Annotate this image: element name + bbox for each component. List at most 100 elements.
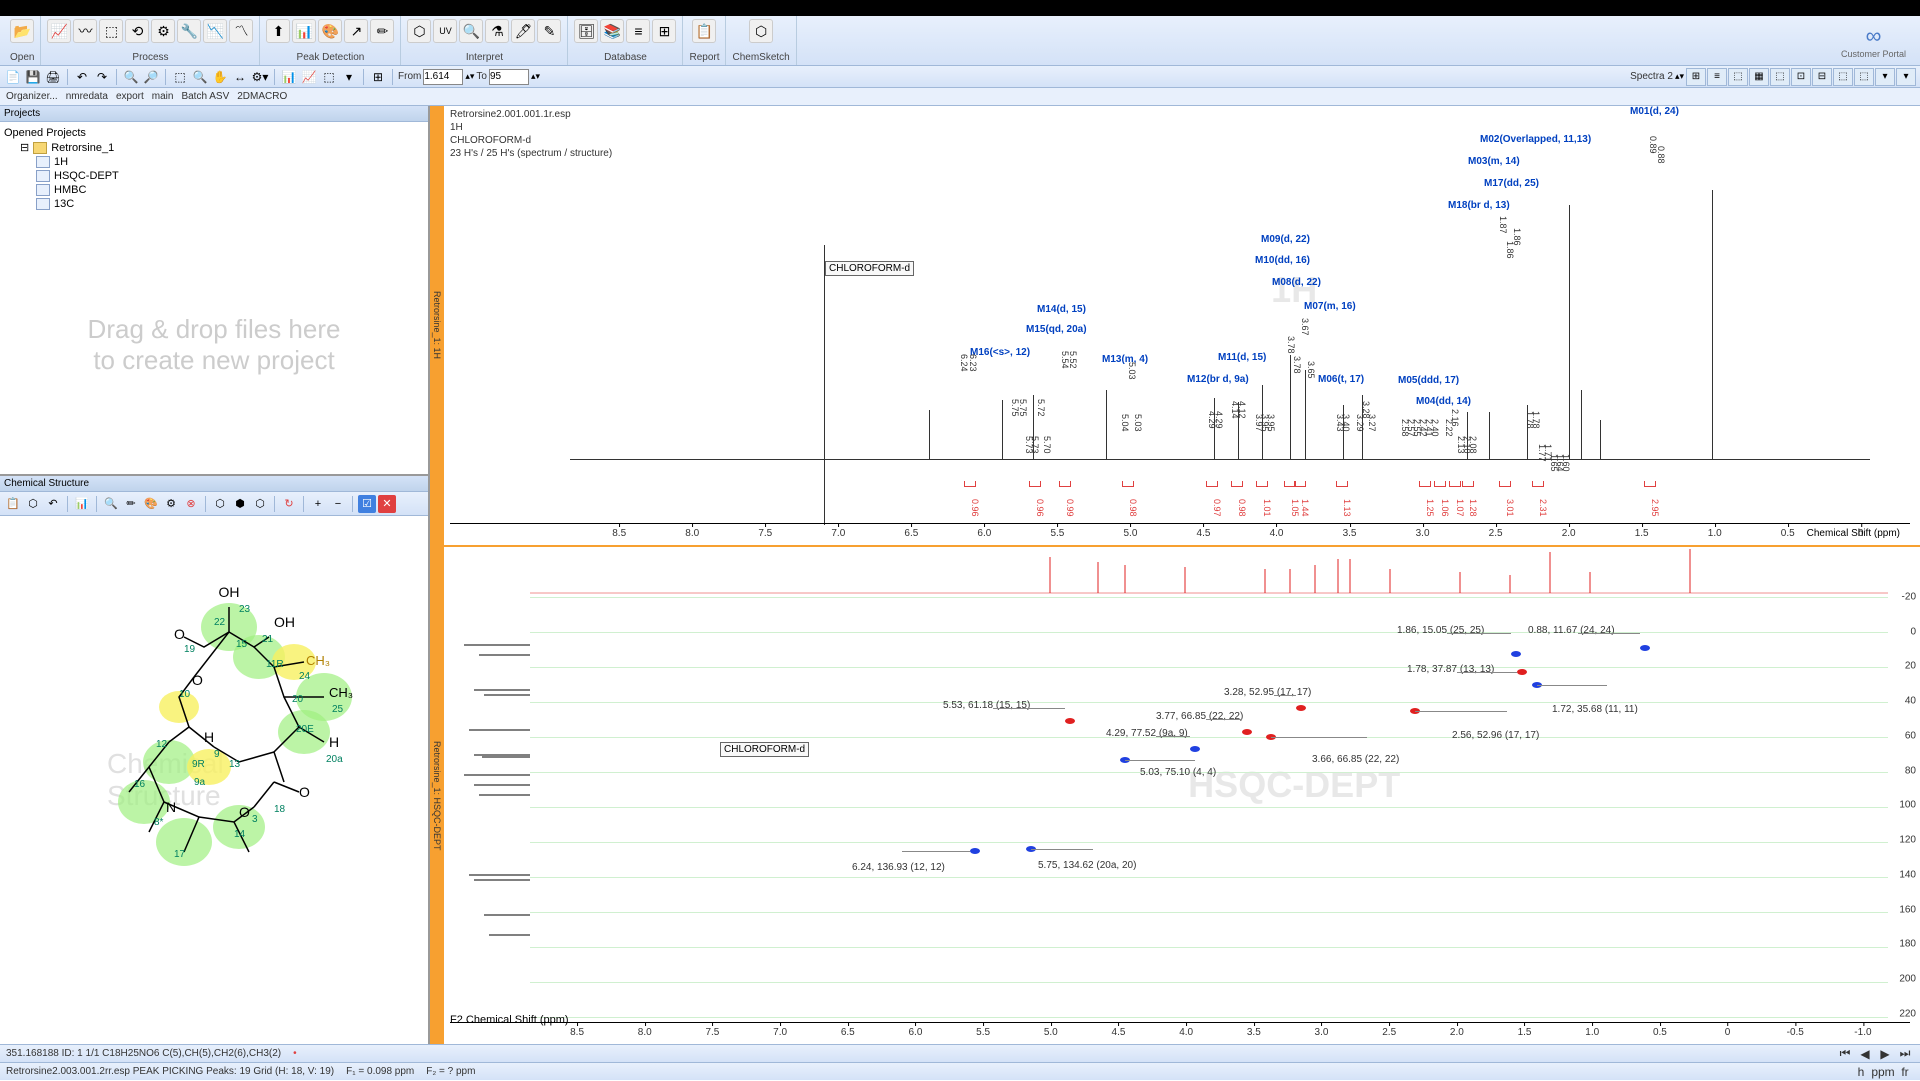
interpret-icon-3[interactable]: 🔍 bbox=[459, 19, 483, 43]
crosspeak-dot[interactable] bbox=[1242, 729, 1252, 735]
struct-btn-3[interactable]: ↶ bbox=[44, 495, 62, 513]
tb2-zoom-out-icon[interactable]: 🔎 bbox=[142, 68, 160, 86]
tb3-nmredata[interactable]: nmredata bbox=[66, 91, 108, 102]
crosspeak-dot[interactable] bbox=[970, 848, 980, 854]
multiplet-label[interactable]: M18(br d, 13) bbox=[1448, 200, 1510, 211]
struct-btn-16[interactable]: ☑ bbox=[358, 495, 376, 513]
tb2-new-icon[interactable]: 📄 bbox=[4, 68, 22, 86]
view-btn-11[interactable]: ▾ bbox=[1896, 68, 1916, 86]
nav-first-icon[interactable]: ⏮ bbox=[1836, 1045, 1854, 1063]
to-input[interactable] bbox=[489, 69, 529, 85]
peak-icon-1[interactable]: ⬆ bbox=[266, 19, 290, 43]
process-icon-4[interactable]: ⟲ bbox=[125, 19, 149, 43]
db-icon-4[interactable]: ⊞ bbox=[652, 19, 676, 43]
tb2-tool-3[interactable]: ✋ bbox=[211, 68, 229, 86]
struct-btn-6[interactable]: ✏ bbox=[122, 495, 140, 513]
multiplet-label[interactable]: M14(d, 15) bbox=[1037, 304, 1086, 315]
struct-btn-17[interactable]: ✕ bbox=[378, 495, 396, 513]
spectrum-1h-panel[interactable]: Retrorsine_1: 1H Retrorsine2.001.001.1r.… bbox=[430, 106, 1920, 547]
struct-btn-9[interactable]: ⊗ bbox=[182, 495, 200, 513]
crosspeak-label[interactable]: 0.88, 11.67 (24, 24) bbox=[1528, 625, 1615, 636]
struct-btn-10[interactable]: ⬡ bbox=[211, 495, 229, 513]
crosspeak-dot[interactable] bbox=[1511, 651, 1521, 657]
multiplet-label[interactable]: M02(Overlapped, 11,13) bbox=[1480, 134, 1591, 145]
process-icon-2[interactable]: 〰 bbox=[73, 19, 97, 43]
interpret-icon-5[interactable]: 🖊 bbox=[511, 19, 535, 43]
multiplet-label[interactable]: M09(d, 22) bbox=[1261, 234, 1310, 245]
db-icon-2[interactable]: 📚 bbox=[600, 19, 624, 43]
project-item-13c[interactable]: 13C bbox=[36, 197, 424, 211]
crosspeak-dot[interactable] bbox=[1517, 669, 1527, 675]
struct-btn-5[interactable]: 🔍 bbox=[102, 495, 120, 513]
db-icon-3[interactable]: ≡ bbox=[626, 19, 650, 43]
crosspeak-label[interactable]: 3.66, 66.85 (22, 22) bbox=[1312, 754, 1399, 765]
multiplet-label[interactable]: M05(ddd, 17) bbox=[1398, 375, 1459, 386]
tb2-chart-2[interactable]: 📈 bbox=[300, 68, 318, 86]
tb2-grid-icon[interactable]: ⊞ bbox=[369, 68, 387, 86]
structure-canvas[interactable]: Chemical Structure bbox=[0, 516, 428, 1044]
db-icon-1[interactable]: 🗄 bbox=[574, 19, 598, 43]
spectra-label[interactable]: Spectra 2 bbox=[1630, 71, 1673, 82]
view-btn-2[interactable]: ≡ bbox=[1707, 68, 1727, 86]
struct-btn-11[interactable]: ⬢ bbox=[231, 495, 249, 513]
multiplet-label[interactable]: M13(m, 4) bbox=[1102, 354, 1148, 365]
crosspeak-dot[interactable] bbox=[1296, 705, 1306, 711]
crosspeak-dot[interactable] bbox=[1065, 718, 1075, 724]
crosspeak-label[interactable]: 5.53, 61.18 (15, 15) bbox=[943, 700, 1030, 711]
crosspeak-label[interactable]: 2.56, 52.96 (17, 17) bbox=[1452, 730, 1539, 741]
chemsketch-icon[interactable]: ⬡ bbox=[749, 19, 773, 43]
view-btn-3[interactable]: ⬚ bbox=[1728, 68, 1748, 86]
interpret-icon-6[interactable]: ✎ bbox=[537, 19, 561, 43]
struct-btn-2[interactable]: ⬡ bbox=[24, 495, 42, 513]
struct-btn-7[interactable]: 🎨 bbox=[142, 495, 160, 513]
view-btn-7[interactable]: ⊟ bbox=[1812, 68, 1832, 86]
view-btn-5[interactable]: ⬚ bbox=[1770, 68, 1790, 86]
project-item-hsqc[interactable]: HSQC-DEPT bbox=[36, 169, 424, 183]
multiplet-label[interactable]: M11(d, 15) bbox=[1218, 352, 1266, 363]
crosspeak-label[interactable]: 5.75, 134.62 (20a, 20) bbox=[1038, 860, 1136, 871]
peak-icon-3[interactable]: 🎨 bbox=[318, 19, 342, 43]
tb3-2dmacro[interactable]: 2DMACRO bbox=[237, 91, 287, 102]
unit-ppm[interactable]: ppm bbox=[1874, 1063, 1892, 1081]
view-btn-6[interactable]: ⊡ bbox=[1791, 68, 1811, 86]
nav-next-icon[interactable]: ▶ bbox=[1876, 1045, 1894, 1063]
view-btn-4[interactable]: ▦ bbox=[1749, 68, 1769, 86]
view-btn-9[interactable]: ⬚ bbox=[1854, 68, 1874, 86]
tb3-export[interactable]: export bbox=[116, 91, 144, 102]
interpret-icon-2[interactable]: UV bbox=[433, 19, 457, 43]
tb2-save-icon[interactable]: 💾 bbox=[24, 68, 42, 86]
tab-1h[interactable]: Retrorsine_1: 1H bbox=[430, 106, 444, 545]
project-root[interactable]: ⊟ Retrorsine_1 bbox=[20, 140, 424, 155]
struct-btn-1[interactable]: 📋 bbox=[4, 495, 22, 513]
tb2-chart-3[interactable]: ⬚ bbox=[320, 68, 338, 86]
multiplet-label[interactable]: M12(br d, 9a) bbox=[1187, 374, 1249, 385]
view-btn-8[interactable]: ⬚ bbox=[1833, 68, 1853, 86]
struct-btn-4[interactable]: 📊 bbox=[73, 495, 91, 513]
customer-portal-link[interactable]: ∞ Customer Portal bbox=[1841, 23, 1916, 59]
crosspeak-dot[interactable] bbox=[1190, 746, 1200, 752]
project-item-1h[interactable]: 1H bbox=[36, 155, 424, 169]
struct-btn-14[interactable]: + bbox=[309, 495, 327, 513]
nav-last-icon[interactable]: ⏭ bbox=[1896, 1045, 1914, 1063]
tb2-redo-icon[interactable]: ↷ bbox=[93, 68, 111, 86]
unit-fr[interactable]: fr bbox=[1896, 1063, 1914, 1081]
nav-prev-icon[interactable]: ◀ bbox=[1856, 1045, 1874, 1063]
struct-btn-8[interactable]: ⚙ bbox=[162, 495, 180, 513]
unit-h[interactable]: h bbox=[1852, 1063, 1870, 1081]
process-icon-3[interactable]: ⬚ bbox=[99, 19, 123, 43]
process-icon-1[interactable]: 📈 bbox=[47, 19, 71, 43]
crosspeak-label[interactable]: 3.77, 66.85 (22, 22) bbox=[1156, 711, 1243, 722]
tb2-chart-4[interactable]: ▾ bbox=[340, 68, 358, 86]
tb2-tool-2[interactable]: 🔍 bbox=[191, 68, 209, 86]
tb3-organizer[interactable]: Organizer... bbox=[6, 91, 58, 102]
peak-icon-4[interactable]: ↗ bbox=[344, 19, 368, 43]
crosspeak-label[interactable]: 5.03, 75.10 (4, 4) bbox=[1140, 767, 1216, 778]
multiplet-label[interactable]: M01(d, 24) bbox=[1630, 106, 1679, 117]
tb2-tool-1[interactable]: ⬚ bbox=[171, 68, 189, 86]
tb2-tool-4[interactable]: ↔ bbox=[231, 68, 249, 86]
tb2-undo-icon[interactable]: ↶ bbox=[73, 68, 91, 86]
process-icon-6[interactable]: 🔧 bbox=[177, 19, 201, 43]
peak-icon-5[interactable]: ✏ bbox=[370, 19, 394, 43]
open-icon[interactable]: 📂 bbox=[10, 19, 34, 43]
tb2-zoom-in-icon[interactable]: 🔍 bbox=[122, 68, 140, 86]
